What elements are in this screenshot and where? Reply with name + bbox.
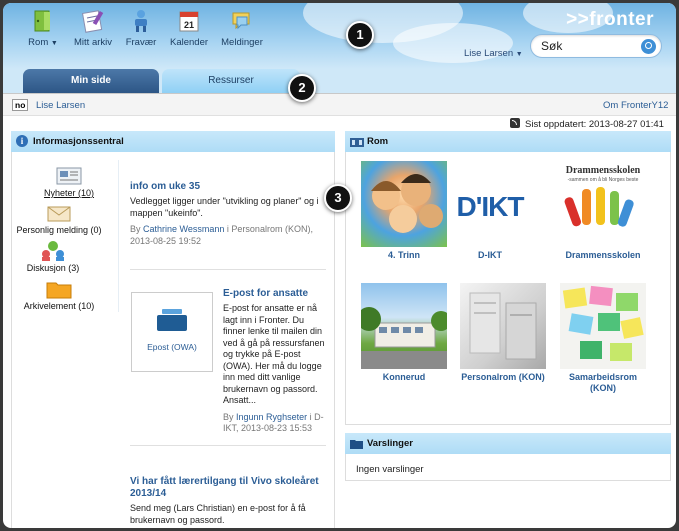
room-drammensskolen-label: Drammensskolen: [565, 250, 641, 260]
news-icon: [55, 166, 83, 186]
last-updated-text: Sist oppdatert: 2013-08-27 01:41: [525, 119, 664, 130]
toolbar-meldinger[interactable]: Meldinger: [214, 9, 270, 48]
owa-attachment[interactable]: Epost (OWA): [131, 292, 213, 372]
room-4-trinn-photo: [361, 161, 447, 247]
sub-bar: no Lise Larsen Om FronterY12: [3, 93, 676, 116]
room-personalrom[interactable]: Personalrom (KON): [459, 283, 547, 383]
inbox-tray-icon: [157, 309, 187, 331]
room-d-ikt-label: D-IKT: [478, 250, 502, 260]
chevron-down-icon: ▼: [515, 51, 523, 58]
calendar-day: 21: [184, 20, 194, 30]
nav-item-nyheter-label: Nyheter (10): [43, 188, 95, 198]
room-icon: [350, 135, 364, 147]
news-title[interactable]: info om uke 35: [130, 181, 326, 193]
top-toolbar: Rom ▼ Mitt arkiv Fravær 21 Kalender Meld…: [3, 3, 676, 69]
rss-icon[interactable]: [510, 118, 520, 128]
toolbar-fravaer-label: Fravær: [125, 37, 157, 48]
news-separator: [130, 445, 326, 446]
owa-attachment-label: Epost (OWA): [147, 342, 197, 352]
news-separator: [130, 269, 326, 270]
alerts-panel-header: Varslinger: [345, 433, 671, 454]
tab-bar: Min side Ressurser: [3, 69, 676, 93]
nav-item-diskusjon-label: Diskusjon (3): [26, 263, 80, 273]
messages-icon: [231, 9, 253, 33]
archive-icon: [81, 9, 104, 33]
last-updated: Sist oppdatert: 2013-08-27 01:41: [510, 118, 664, 130]
toolbar-kalender-label: Kalender: [169, 37, 209, 48]
search-icon[interactable]: [641, 39, 656, 54]
tab-ressurser[interactable]: Ressurser: [162, 69, 300, 93]
nav-item-arkivelement-label: Arkivelement (10): [23, 301, 95, 311]
toolbar-kalender[interactable]: 21 Kalender: [161, 9, 217, 48]
absence-icon: [130, 9, 152, 33]
rooms-panel-header: Rom: [345, 131, 671, 152]
info-panel-header: i Informasjonssentral: [11, 131, 335, 152]
room-konnerud[interactable]: Konnerud: [360, 283, 448, 383]
room-konnerud-label: Konnerud: [382, 372, 426, 382]
news-body: E-post for ansatte er nå lagt inn i Fron…: [223, 303, 325, 405]
app-window: Rom ▼ Mitt arkiv Fravær 21 Kalender Meld…: [3, 3, 676, 528]
fronter-logo: >>fronter: [566, 9, 654, 30]
room-personalrom-photo: [460, 283, 546, 369]
nav-item-personlig-melding-label: Personlig melding (0): [16, 225, 102, 235]
room-samarbeidsrom[interactable]: Samarbeidsrom (KON): [559, 283, 647, 394]
room-drammensskolen[interactable]: Drammensskolen -sammen om å bli Norges b…: [559, 161, 647, 261]
toolbar-rom[interactable]: Rom ▼: [15, 9, 71, 48]
news-byline: By Ingunn Ryghseter i D-IKT, 2013-08-23 …: [223, 412, 326, 435]
user-link[interactable]: Lise Larsen: [36, 100, 85, 111]
news-body: Send meg (Lars Christian) en e-post for …: [130, 503, 306, 525]
rooms-panel-title: Rom: [367, 136, 389, 147]
chevron-down-icon: ▼: [50, 40, 58, 47]
folder-icon: [350, 437, 363, 449]
room-d-ikt-logo: D'IKT: [447, 161, 533, 247]
room-personalrom-label: Personalrom (KON): [461, 372, 545, 382]
envelope-icon: [45, 203, 73, 223]
nav-item-arkivelement[interactable]: Arkivelement (10): [7, 279, 111, 311]
nav-item-diskusjon[interactable]: Diskusjon (3): [3, 241, 103, 273]
callout-3: 3: [324, 184, 352, 212]
room-samarbeidsrom-photo: [560, 283, 646, 369]
toolbar-meldinger-label: Meldinger: [221, 37, 263, 48]
user-menu-label: Lise Larsen: [464, 48, 514, 59]
room-4-trinn-label: 4. Trinn: [387, 250, 420, 260]
about-link[interactable]: Om FronterY12: [603, 100, 668, 111]
folder-icon: [45, 279, 73, 299]
callout-2: 2: [288, 74, 316, 102]
door-icon: [32, 9, 54, 33]
language-badge: no: [12, 99, 29, 111]
toolbar-rom-label: Rom: [28, 37, 49, 48]
news-item: E-post for ansatte E-post for ansatte er…: [223, 288, 326, 435]
discussion-icon: [39, 241, 67, 261]
nav-item-nyheter[interactable]: Nyheter (10): [19, 166, 119, 198]
news-item: info om uke 35 Vedlegget ligger under "u…: [130, 181, 326, 247]
news-author[interactable]: Cathrine Wessmann: [143, 224, 224, 234]
news-title[interactable]: Vi har fått lærertilgang til Vivo skoleå…: [130, 476, 326, 500]
toolbar-mitt-arkiv-label: Mitt arkiv: [74, 37, 112, 48]
news-item: Vi har fått lærertilgang til Vivo skoleå…: [130, 476, 326, 526]
room-drammensskolen-logo: Drammensskolen -sammen om å bli Norges b…: [560, 161, 646, 247]
search-input[interactable]: [541, 39, 637, 53]
room-samarbeidsrom-label: Samarbeidsrom (KON): [568, 372, 638, 393]
user-menu[interactable]: Lise Larsen ▼: [464, 48, 523, 59]
tab-min-side[interactable]: Min side: [23, 69, 159, 93]
news-title[interactable]: E-post for ansatte: [223, 288, 326, 300]
info-panel-title: Informasjonssentral: [33, 136, 124, 147]
news-body: Vedlegget ligger under "utvikling og pla…: [130, 196, 319, 218]
news-by-prefix: By: [223, 411, 234, 422]
search-box: [530, 34, 662, 58]
news-byline: By Cathrine Wessmann i Personalrom (KON)…: [130, 224, 326, 247]
news-author[interactable]: Ingunn Ryghseter: [236, 412, 307, 422]
d-ikt-logo-text: D'IKT: [456, 191, 525, 222]
alerts-panel-title: Varslinger: [367, 438, 413, 449]
info-icon: i: [16, 135, 28, 147]
room-4-trinn[interactable]: 4. Trinn: [360, 161, 448, 261]
news-by-prefix: By: [130, 224, 141, 234]
alerts-empty-text: Ingen varslinger: [356, 464, 424, 475]
calendar-icon: 21: [178, 9, 200, 33]
room-d-ikt[interactable]: D'IKT D-IKT: [446, 161, 534, 261]
callout-1: 1: [346, 21, 374, 49]
nav-item-personlig-melding[interactable]: Personlig melding (0): [3, 203, 115, 235]
room-konnerud-photo: [361, 283, 447, 369]
